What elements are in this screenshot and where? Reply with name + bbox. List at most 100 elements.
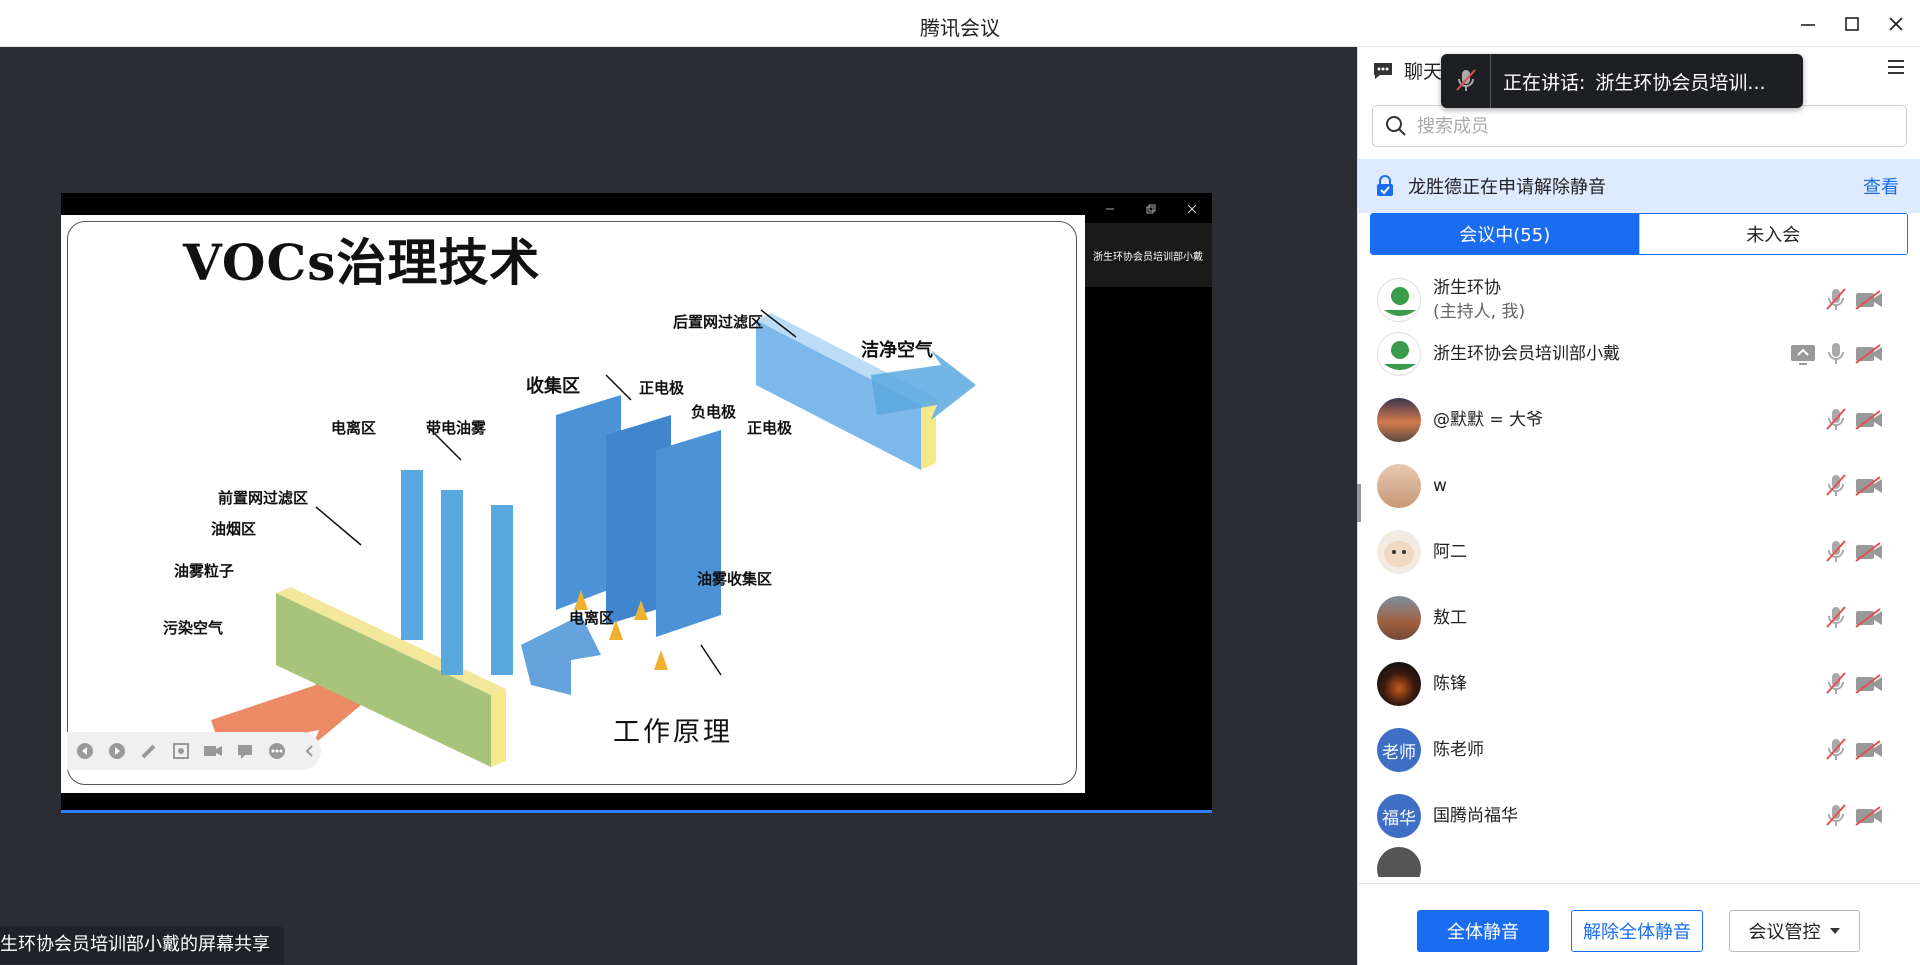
label-front-filter: 前置网过滤区	[218, 489, 309, 507]
avatar	[1377, 596, 1421, 640]
member-name: 陈锋	[1433, 674, 1467, 694]
camera-off-icon[interactable]	[1854, 739, 1884, 761]
member-name: @默默 = 大爷	[1433, 410, 1544, 430]
mic-muted-icon[interactable]	[1825, 287, 1847, 313]
label-collect-zone: 收集区	[526, 376, 580, 397]
prev-slide-icon	[73, 739, 97, 763]
screen-share-icon	[1791, 345, 1815, 365]
camera-off-icon[interactable]	[1854, 409, 1884, 431]
speaking-name: 浙生环协会员培训...	[1595, 71, 1766, 94]
list-item[interactable]: 浙生环协会员培训部小戴	[1358, 321, 1920, 387]
chat-tab[interactable]: 聊天	[1372, 57, 1442, 84]
mic-muted-icon[interactable]	[1825, 539, 1847, 565]
label-rear-filter: 后置网过滤区	[673, 313, 764, 331]
label-neg-electrode: 负电极	[691, 403, 737, 421]
mic-muted-icon[interactable]	[1825, 605, 1847, 631]
mic-muted-icon[interactable]	[1825, 407, 1847, 433]
maximize-button[interactable]	[1838, 10, 1866, 38]
member-name: 敖工	[1433, 608, 1467, 628]
camera-off-icon[interactable]	[1854, 673, 1884, 695]
list-item[interactable]: 敖工	[1358, 585, 1920, 651]
label-ion-zone-top: 电离区	[331, 419, 377, 437]
label-mist-particles: 油雾粒子	[174, 562, 235, 580]
list-item[interactable]: w	[1358, 453, 1920, 519]
slide-title: VOCs治理技术	[183, 233, 541, 292]
screen-share-stage: 浙生环协会员培训部小戴 VOCs治理技术 后置网过滤区 洁净空气 收集区 正电极…	[0, 47, 1357, 965]
unmute-request-banner: 龙胜德正在申请解除静音 查看	[1358, 159, 1920, 213]
avatar: 老师	[1377, 728, 1421, 772]
camera-off-icon[interactable]	[1854, 343, 1884, 365]
camera-off-icon[interactable]	[1854, 541, 1884, 563]
share-close-icon	[1181, 199, 1203, 219]
search-icon	[1386, 116, 1406, 136]
chat-tab-label: 聊天	[1404, 61, 1443, 83]
avatar	[1377, 464, 1421, 508]
list-item[interactable]: 陈锋	[1358, 651, 1920, 717]
camera-off-icon[interactable]	[1854, 805, 1884, 827]
electrostatic-purifier-diagram	[211, 309, 976, 767]
search-input[interactable]	[1417, 115, 1877, 137]
member-name: 国腾尚福华	[1433, 806, 1518, 826]
member-name: 陈老师	[1433, 740, 1484, 760]
member-list: 浙生环协 (主持人, 我) 浙生环协会员培训部小戴 @默默 = 大爷 w 阿二 …	[1358, 267, 1920, 877]
label-charged-mist: 带电油雾	[426, 419, 487, 437]
speaking-prefix: 正在讲话:	[1503, 71, 1586, 94]
share-restore-icon	[1140, 199, 1162, 219]
chat-icon	[1374, 62, 1392, 79]
share-minimize-icon	[1099, 199, 1121, 219]
label-polluted-air: 污染空气	[163, 619, 224, 637]
member-name: 阿二	[1433, 542, 1467, 562]
chevron-down-icon	[1829, 928, 1840, 934]
camera-icon	[201, 739, 225, 763]
label-smoke-zone: 油烟区	[211, 520, 257, 538]
slideshow-toolbar	[67, 732, 321, 770]
label-pos-electrode-2: 正电极	[747, 419, 793, 437]
collapse-toolbar-icon	[297, 739, 321, 763]
label-mist-collect: 油雾收集区	[697, 570, 773, 588]
mic-muted-icon[interactable]	[1825, 473, 1847, 499]
mic-muted-icon[interactable]	[1825, 803, 1847, 829]
presentation-slide: VOCs治理技术 后置网过滤区 洁净空气 收集区 正电极 负电极 正电极 电离区…	[61, 215, 1085, 793]
zoom-icon	[169, 739, 193, 763]
avatar	[1377, 847, 1421, 877]
member-panel: 聊天 龙胜德正在申请解除静音 查看 会议中(55) 未入会 浙生环协(主持人, …	[1357, 47, 1920, 965]
speaking-indicator: 正在讲话: 浙生环协会员培训...	[1441, 54, 1803, 108]
member-name: 浙生环协会员培训部小戴	[1433, 344, 1620, 364]
panel-menu-icon[interactable]	[1886, 58, 1906, 80]
lock-icon	[1377, 175, 1393, 196]
avatar: 福华	[1377, 794, 1421, 838]
avatar	[1377, 530, 1421, 574]
avatar	[1377, 278, 1421, 322]
view-request-link[interactable]: 查看	[1863, 173, 1899, 199]
avatar	[1377, 662, 1421, 706]
panel-resize-handle[interactable]	[1357, 484, 1361, 522]
unmute-all-button[interactable]: 解除全体静音	[1571, 910, 1703, 952]
list-item[interactable]: 阿二	[1358, 519, 1920, 585]
mute-all-button[interactable]: 全体静音	[1417, 910, 1549, 952]
mic-icon[interactable]	[1825, 341, 1847, 367]
close-button[interactable]	[1882, 10, 1910, 38]
mic-muted-icon	[1441, 54, 1491, 108]
minimize-button[interactable]	[1794, 10, 1822, 38]
camera-off-icon[interactable]	[1854, 475, 1884, 497]
avatar	[1377, 398, 1421, 442]
screen-share-owner-label: 生环协会员培训部小戴的屏幕共享	[0, 926, 284, 964]
label-ion-zone-bottom: 电离区	[569, 609, 615, 627]
member-search	[1372, 105, 1907, 147]
list-item[interactable]: 福华 国腾尚福华	[1358, 783, 1920, 849]
pen-icon	[137, 739, 161, 763]
title-bar: 腾讯会议	[0, 0, 1920, 47]
list-item[interactable]: @默默 = 大爷	[1358, 387, 1920, 453]
tab-in-meeting[interactable]: 会议中(55)	[1371, 214, 1639, 254]
mic-muted-icon[interactable]	[1825, 737, 1847, 763]
member-name: 浙生环协	[1433, 278, 1501, 298]
window-title: 腾讯会议	[920, 16, 1000, 40]
meeting-control-button[interactable]: 会议管控	[1729, 910, 1860, 952]
camera-off-icon[interactable]	[1854, 289, 1884, 311]
label-pos-electrode-1: 正电极	[639, 379, 685, 397]
mic-muted-icon[interactable]	[1825, 671, 1847, 697]
member-tabs: 会议中(55) 未入会	[1370, 213, 1908, 255]
list-item[interactable]: 老师 陈老师	[1358, 717, 1920, 783]
camera-off-icon[interactable]	[1854, 607, 1884, 629]
tab-not-joined[interactable]: 未入会	[1638, 214, 1907, 254]
